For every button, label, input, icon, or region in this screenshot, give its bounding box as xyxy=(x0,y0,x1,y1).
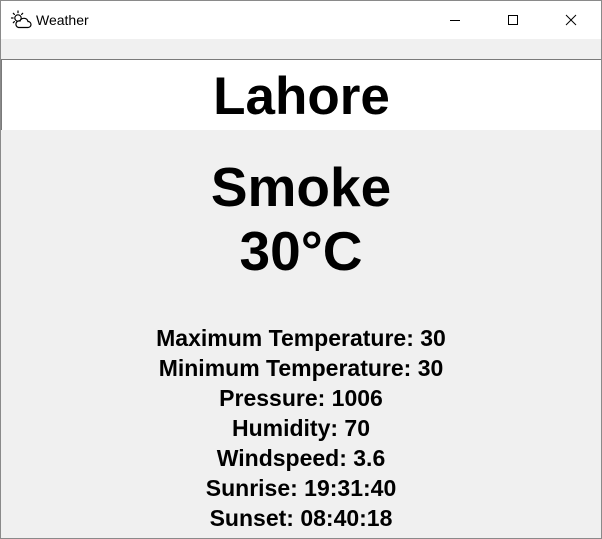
weather-panel: Smoke 30°C Maximum Temperature: 30 Minim… xyxy=(1,39,601,538)
maximize-button[interactable] xyxy=(490,1,536,39)
weather-window: Weather Smoke 30°C Maximum Temperature: … xyxy=(0,0,602,539)
title-bar[interactable]: Weather xyxy=(1,1,601,39)
weather-condition: Smoke xyxy=(210,156,392,218)
window-title: Weather xyxy=(36,12,89,28)
sunrise: Sunrise: 19:31:40 xyxy=(205,475,397,501)
max-temperature: Maximum Temperature: 30 xyxy=(156,325,446,351)
cloud-sun-icon xyxy=(10,10,32,30)
weather-details: Maximum Temperature: 30 Minimum Temperat… xyxy=(1,323,601,533)
city-search-field[interactable] xyxy=(1,59,601,130)
windspeed: Windspeed: 3.6 xyxy=(216,445,386,471)
maximize-icon xyxy=(508,15,518,25)
close-icon xyxy=(565,14,577,26)
minimize-icon xyxy=(450,20,460,21)
city-search-input[interactable] xyxy=(2,60,601,130)
sunset: Sunset: 08:40:18 xyxy=(209,505,393,531)
humidity: Humidity: 70 xyxy=(231,415,371,441)
current-temperature: 30°C xyxy=(239,220,363,282)
minimize-button[interactable] xyxy=(432,1,478,39)
min-temperature: Minimum Temperature: 30 xyxy=(158,355,444,381)
close-button[interactable] xyxy=(548,1,594,39)
pressure: Pressure: 1006 xyxy=(219,385,383,411)
